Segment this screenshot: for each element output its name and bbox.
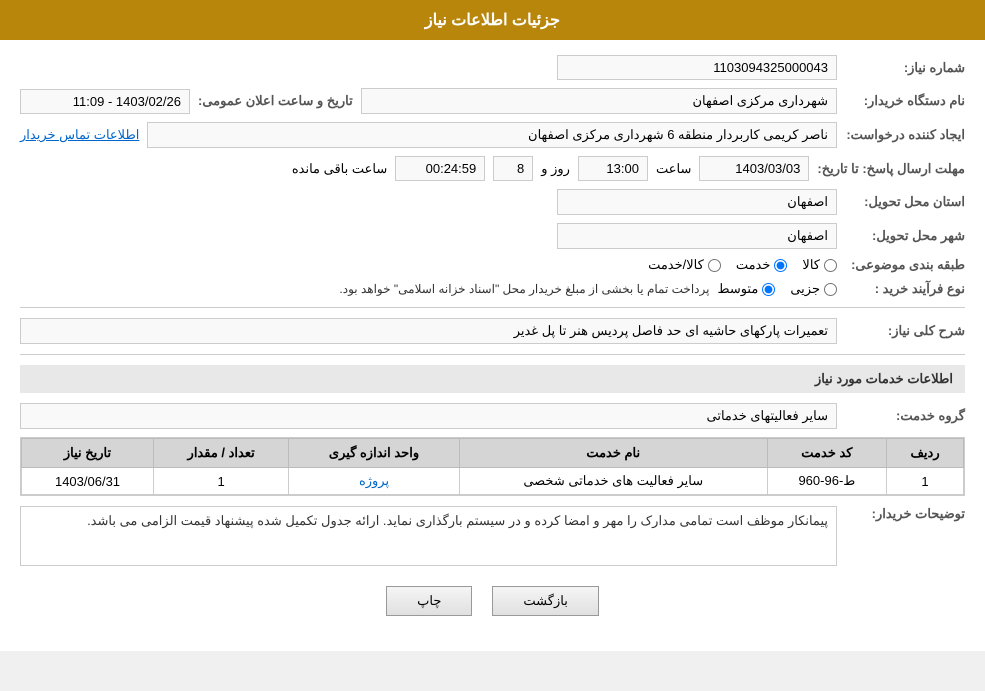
need-description-row: شرح کلی نیاز: تعمیرات پارکهای حاشیه ای ح… [20,318,965,344]
purchase-motavasset-label: متوسط [717,281,758,297]
table-row: 1 ط-96-960 سایر فعالیت های خدماتی شخصی پ… [22,468,964,495]
creator-row: ایجاد کننده درخواست: ناصر کریمی کاربردار… [20,122,965,148]
col-name: نام خدمت [459,439,767,468]
city-label: شهر محل تحویل: [845,228,965,244]
purchase-type-note: پرداخت تمام یا بخشی از مبلغ خریدار محل "… [20,282,709,296]
city-value: اصفهان [557,223,837,249]
col-row-num: ردیف [887,439,964,468]
cell-name: سایر فعالیت های خدماتی شخصی [459,468,767,495]
need-description-value: تعمیرات پارکهای حاشیه ای حد فاصل پردیس ه… [20,318,837,344]
print-button[interactable]: چاپ [386,586,472,616]
category-label: طبقه بندی موضوعی: [845,257,965,273]
cell-quantity: 1 [154,468,289,495]
need-number-label: شماره نیاز: [845,60,965,76]
province-row: استان محل تحویل: اصفهان [20,189,965,215]
purchase-type-label: نوع فرآیند خرید : [845,281,965,297]
category-option-khedmat[interactable]: خدمت [736,257,788,273]
purchase-type-jozei[interactable]: جزیی [790,281,837,297]
purchase-jozei-label: جزیی [790,281,820,297]
notes-row: توضیحات خریدار: پیمانکار موظف است تمامی … [20,506,965,566]
service-group-row: گروه خدمت: سایر فعالیتهای خدماتی [20,403,965,429]
reply-days-label: روز و [541,161,570,177]
category-option-kala-khedmat[interactable]: کالا/خدمت [648,257,721,273]
cell-code: ط-96-960 [767,468,886,495]
category-option-kala[interactable]: کالا [802,257,837,273]
page-title: جزئیات اطلاعات نیاز [425,12,560,29]
category-kala-label: کالا [802,257,820,273]
need-number-value: 1103094325000043 [557,55,837,80]
need-number-row: شماره نیاز: 1103094325000043 [20,55,965,80]
notes-label: توضیحات خریدار: [845,506,965,522]
table-header-row: ردیف کد خدمت نام خدمت واحد اندازه گیری ت… [22,439,964,468]
col-date: تاریخ نیاز [22,439,154,468]
announce-date-value: 1403/02/26 - 11:09 [20,89,190,114]
reply-date: 1403/03/03 [699,156,809,181]
service-group-label: گروه خدمت: [845,408,965,424]
contact-link[interactable]: اطلاعات تماس خریدار [20,127,139,143]
services-section-title: اطلاعات خدمات مورد نیاز [20,365,965,393]
buyer-announce-row: نام دستگاه خریدار: شهرداری مرکزی اصفهان … [20,88,965,114]
category-radio-group: کالا خدمت کالا/خدمت [648,257,837,273]
back-button[interactable]: بازگشت [492,586,598,616]
buyer-org-label: نام دستگاه خریدار: [845,93,965,109]
col-unit: واحد اندازه گیری [289,439,459,468]
province-label: استان محل تحویل: [845,194,965,210]
announce-date-label: تاریخ و ساعت اعلان عمومی: [198,93,353,109]
notes-value: پیمانکار موظف است تمامی مدارک را مهر و ا… [20,506,837,566]
col-code: کد خدمت [767,439,886,468]
page-wrapper: جزئیات اطلاعات نیاز شماره نیاز: 11030943… [0,0,985,651]
divider-2 [20,354,965,355]
province-value: اصفهان [557,189,837,215]
cell-unit: پروژه [289,468,459,495]
reply-remaining-label: ساعت باقی مانده [292,161,387,177]
main-content: شماره نیاز: 1103094325000043 نام دستگاه … [0,40,985,651]
buyer-org-value: شهرداری مرکزی اصفهان [361,88,837,114]
service-group-value: سایر فعالیتهای خدماتی [20,403,837,429]
category-khedmat-label: خدمت [736,257,771,273]
reply-time-label: ساعت [656,161,691,177]
need-description-label: شرح کلی نیاز: [845,323,965,339]
divider-1 [20,307,965,308]
reply-deadline-row: مهلت ارسال پاسخ: تا تاریخ: 1403/03/03 سا… [20,156,965,181]
cell-row-num: 1 [887,468,964,495]
button-row: بازگشت چاپ [20,586,965,636]
reply-time: 13:00 [578,156,648,181]
cell-date: 1403/06/31 [22,468,154,495]
purchase-type-motavasset[interactable]: متوسط [717,281,775,297]
category-kala-khedmat-label: کالا/خدمت [648,257,704,273]
city-row: شهر محل تحویل: اصفهان [20,223,965,249]
services-table-section: ردیف کد خدمت نام خدمت واحد اندازه گیری ت… [20,437,965,496]
reply-deadline-label: مهلت ارسال پاسخ: تا تاریخ: [817,161,965,177]
creator-value: ناصر کریمی کاربردار منطقه 6 شهرداری مرکز… [147,122,837,148]
reply-days: 8 [493,156,533,181]
category-row: طبقه بندی موضوعی: کالا خدمت کالا/خدمت [20,257,965,273]
purchase-type-radio-group: جزیی متوسط [717,281,837,297]
reply-remaining: 00:24:59 [395,156,485,181]
purchase-type-row: نوع فرآیند خرید : جزیی متوسط پرداخت تمام… [20,281,965,297]
page-header: جزئیات اطلاعات نیاز [0,0,985,40]
creator-label: ایجاد کننده درخواست: [845,127,965,143]
services-table: ردیف کد خدمت نام خدمت واحد اندازه گیری ت… [21,438,964,495]
col-quantity: تعداد / مقدار [154,439,289,468]
